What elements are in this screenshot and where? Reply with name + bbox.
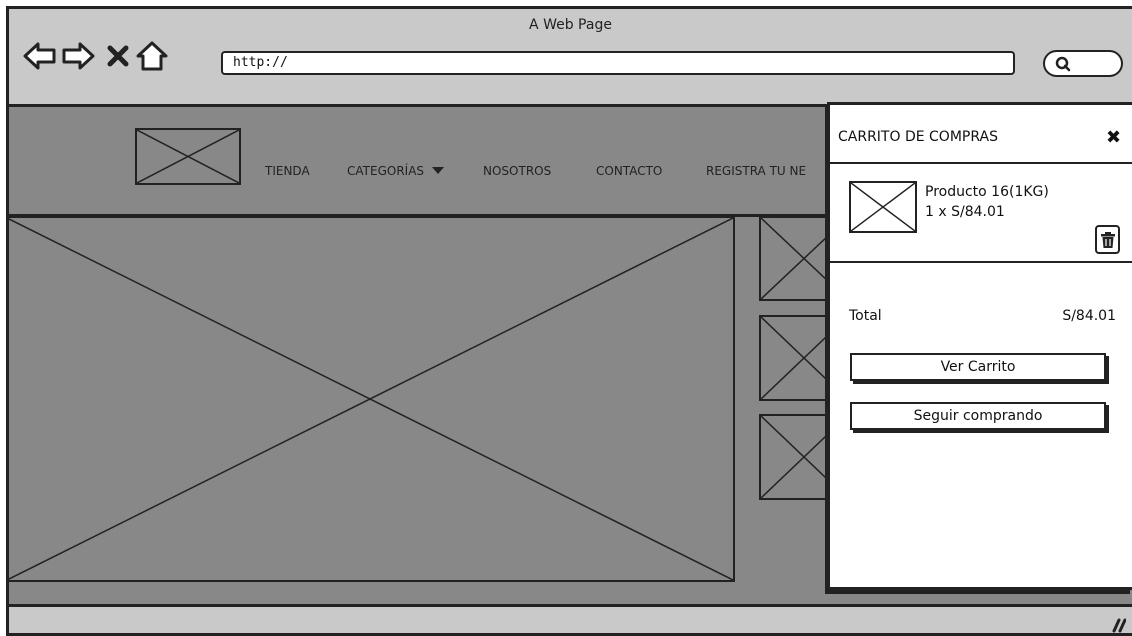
browser-toolbar: A Web Page http:// [9, 9, 1132, 107]
view-cart-button[interactable]: Ver Carrito [850, 353, 1106, 381]
divider [830, 162, 1132, 164]
product-thumbnail [849, 181, 917, 233]
nav-item-tienda[interactable]: TIENDA [265, 164, 310, 178]
close-x-icon[interactable] [101, 39, 135, 73]
nav-item-categorias[interactable]: CATEGORÍAS [347, 164, 444, 178]
product-name: Producto 16(1KG) [925, 184, 1049, 200]
chevron-down-icon [431, 167, 444, 174]
close-icon[interactable]: ✖ [1106, 127, 1121, 148]
product-qty-price: 1 x S/84.01 [925, 204, 1005, 220]
divider [830, 261, 1132, 263]
nav-item-registra[interactable]: REGISTRA TU NE [706, 164, 806, 178]
nav-item-contacto[interactable]: CONTACTO [596, 164, 662, 178]
search-field[interactable] [1043, 50, 1123, 77]
url-field[interactable]: http:// [221, 51, 1015, 75]
trash-icon [1100, 231, 1115, 248]
remove-item-button[interactable] [1095, 225, 1120, 254]
back-arrow-icon[interactable] [23, 39, 57, 73]
forward-arrow-icon[interactable] [61, 39, 95, 73]
nav-item-nosotros[interactable]: NOSOTROS [483, 164, 551, 178]
hero-image-placeholder [9, 216, 735, 582]
cart-title: CARRITO DE COMPRAS [838, 129, 998, 145]
nav-item-categorias-label: CATEGORÍAS [347, 164, 425, 178]
home-icon[interactable] [135, 39, 169, 73]
total-label: Total [849, 308, 882, 324]
resize-grip-icon[interactable] [1108, 617, 1126, 633]
cart-panel: CARRITO DE COMPRAS ✖ Producto 16(1KG) 1 … [827, 102, 1132, 590]
search-icon [1055, 56, 1071, 72]
status-bar [9, 604, 1132, 633]
window-title: A Web Page [529, 17, 612, 33]
continue-shopping-button[interactable]: Seguir comprando [850, 402, 1106, 430]
total-value: S/84.01 [1062, 308, 1116, 324]
logo-placeholder[interactable] [135, 128, 241, 185]
